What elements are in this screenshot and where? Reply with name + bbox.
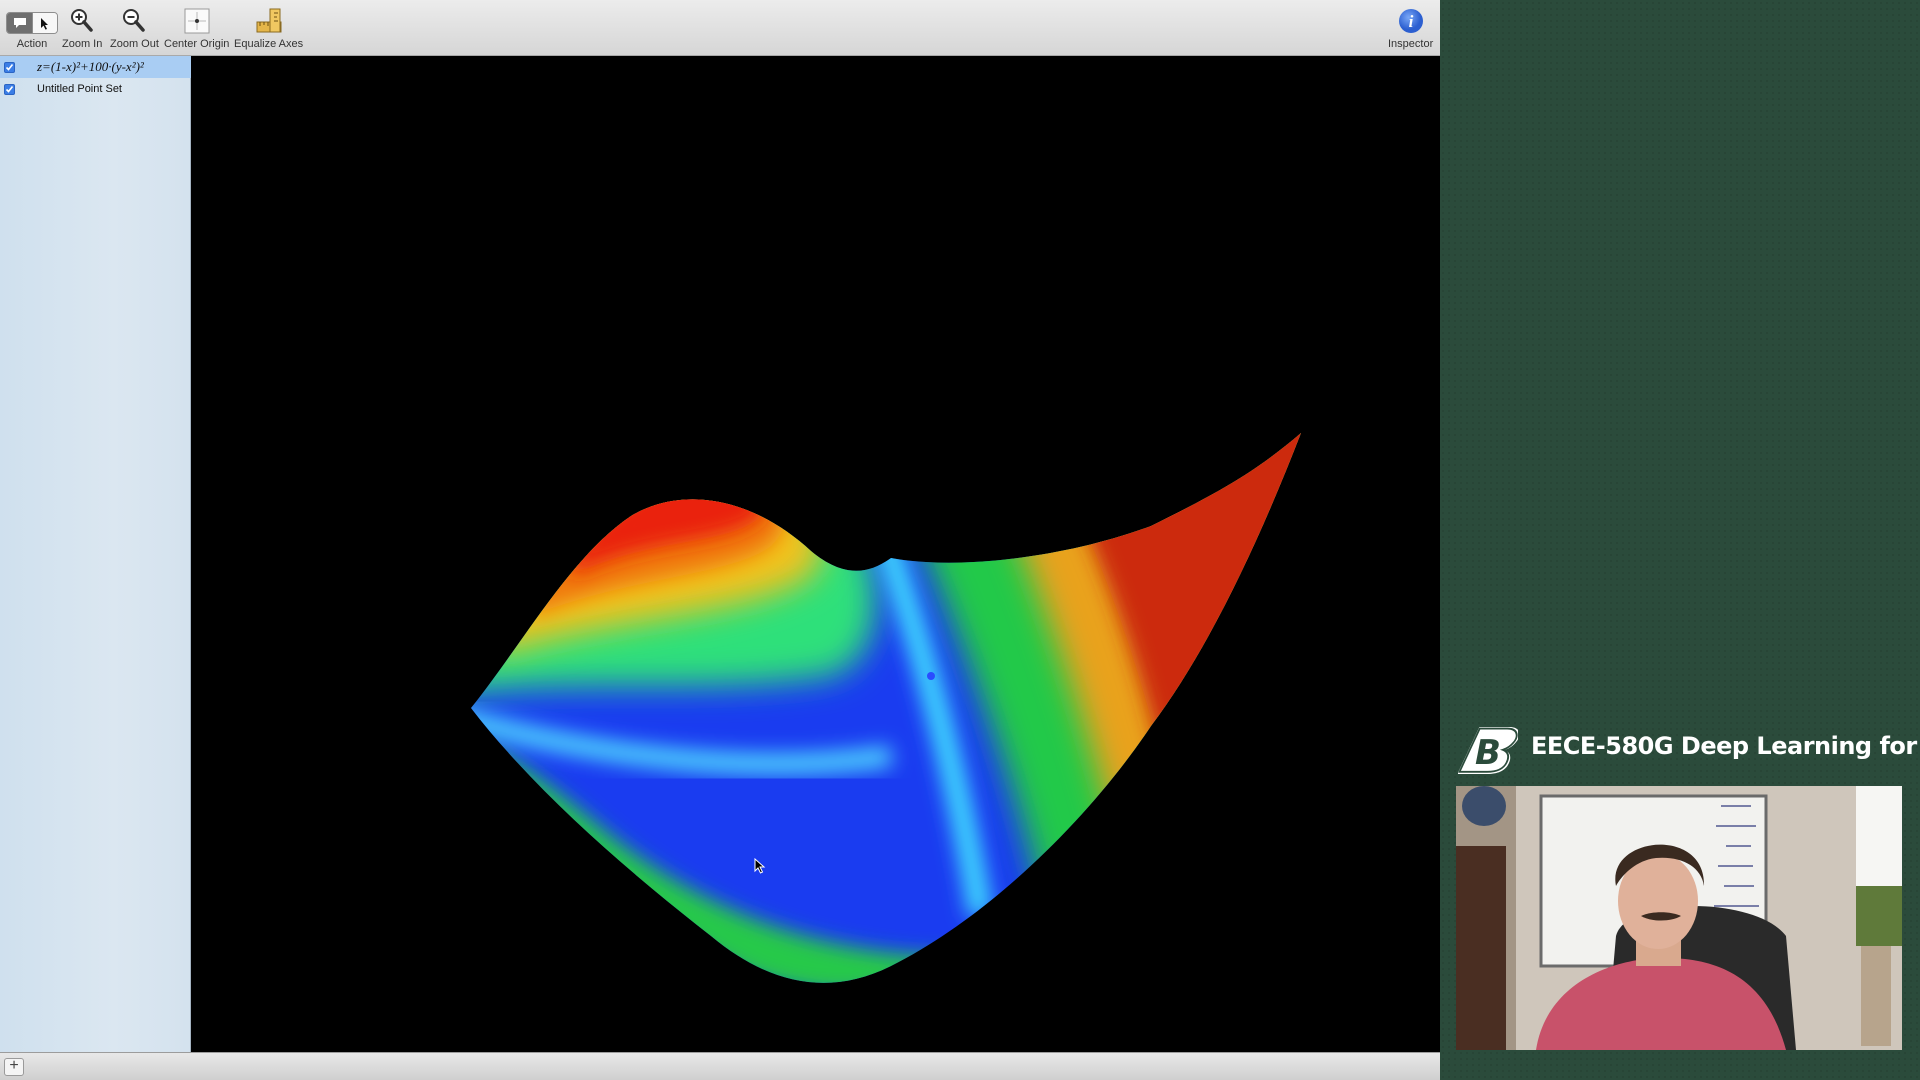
point-marker[interactable]	[927, 672, 935, 680]
equalize-axes-button[interactable]: Equalize Axes	[234, 6, 303, 50]
add-equation-button[interactable]: +	[4, 1058, 24, 1076]
bottom-bar: +	[0, 1052, 1440, 1080]
zoom-in-icon	[67, 6, 97, 36]
center-origin-label: Center Origin	[164, 38, 230, 50]
action-tool[interactable]: Action	[6, 6, 58, 50]
zoom-out-button[interactable]: Zoom Out	[110, 6, 159, 50]
ruler-icon	[254, 6, 284, 36]
visibility-checkbox[interactable]	[4, 61, 15, 73]
rosenbrock-surface[interactable]	[191, 56, 1440, 1052]
center-origin-button[interactable]: Center Origin	[164, 6, 229, 50]
crosshair-icon	[182, 6, 212, 36]
inspector-button[interactable]: i Inspector	[1388, 6, 1433, 50]
visibility-checkbox[interactable]	[4, 83, 15, 95]
mouse-cursor-icon	[754, 857, 766, 879]
logo-letter: B	[1475, 733, 1501, 773]
binghamton-logo-icon: B	[1457, 724, 1520, 781]
svg-text:i: i	[1408, 12, 1413, 31]
zoom-out-icon	[119, 6, 149, 36]
equation-label: z=(1-x)²+100·(y-x²)²	[37, 59, 144, 74]
inspector-label: Inspector	[1388, 38, 1434, 50]
graph-canvas[interactable]	[191, 56, 1440, 1052]
zoom-out-label: Zoom Out	[110, 38, 159, 50]
instructor-video-image	[1456, 786, 1902, 1050]
zoom-in-label: Zoom In	[62, 38, 103, 50]
speech-bubble-icon[interactable]	[7, 13, 32, 33]
action-label: Action	[16, 38, 48, 50]
toolbar: Action Zoom In Zoom Out Center Origin Eq	[0, 0, 1440, 56]
course-title: EECE-580G Deep Learning for ECE	[1531, 732, 1920, 760]
equation-list-sidebar: z=(1-x)²+100·(y-x²)² Untitled Point Set	[0, 56, 191, 1052]
webcam-feed	[1456, 786, 1902, 1050]
arrow-pointer-icon[interactable]	[32, 13, 57, 33]
zoom-in-button[interactable]: Zoom In	[62, 6, 102, 50]
lecture-overlay-panel: B EECE-580G Deep Learning for ECE	[1440, 0, 1920, 1080]
action-segmented-control[interactable]	[6, 12, 58, 34]
equation-list-item-rosenbrock[interactable]: z=(1-x)²+100·(y-x²)²	[0, 56, 191, 78]
equation-list-item-point-set[interactable]: Untitled Point Set	[0, 78, 191, 100]
grapher-window: Action Zoom In Zoom Out Center Origin Eq	[0, 0, 1440, 1080]
info-icon: i	[1396, 6, 1426, 36]
point-set-label: Untitled Point Set	[37, 83, 122, 95]
equalize-axes-label: Equalize Axes	[234, 38, 304, 50]
